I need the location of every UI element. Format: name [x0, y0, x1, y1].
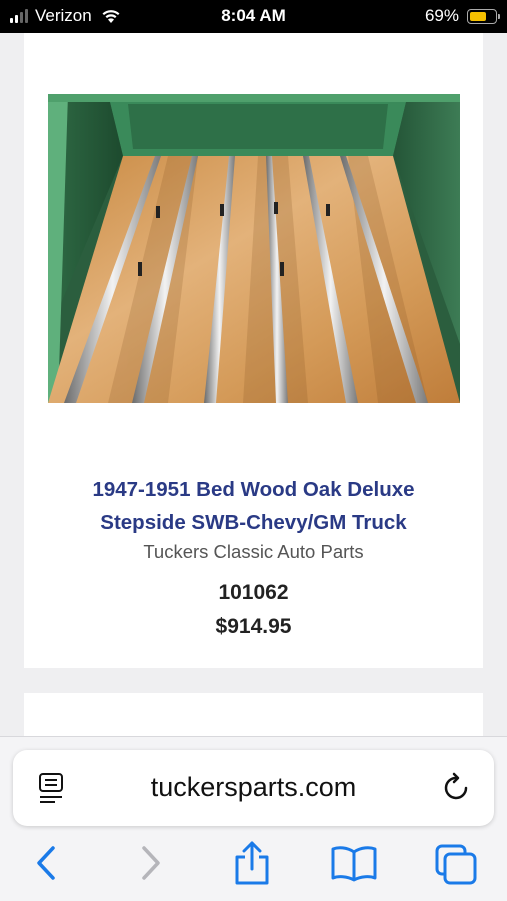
- battery-fill: [470, 11, 486, 21]
- status-bar: Verizon 8:04 AM 69%: [0, 0, 507, 33]
- reload-icon[interactable]: [442, 772, 472, 804]
- bookmarks-icon[interactable]: [330, 843, 378, 883]
- browser-toolbar: tuckersparts.com: [0, 736, 507, 901]
- address-bar[interactable]: tuckersparts.com: [13, 750, 494, 826]
- vendor-name: Tuckers Classic Auto Parts: [143, 541, 364, 562]
- forward-icon[interactable]: [138, 843, 164, 883]
- product-card[interactable]: 1947-1951 Bed Wood Oak Deluxe Stepside S…: [24, 33, 483, 668]
- product-sku: 101062: [218, 581, 289, 604]
- product-image[interactable]: [48, 94, 460, 403]
- status-right: 69%: [424, 6, 500, 26]
- battery-percent: 69%: [424, 6, 459, 25]
- battery-icon: [467, 8, 500, 24]
- share-icon[interactable]: [232, 840, 272, 886]
- product-title[interactable]: 1947-1951 Bed Wood Oak Deluxe Stepside S…: [24, 473, 483, 539]
- tabs-icon[interactable]: [434, 843, 478, 885]
- product-price: $914.95: [215, 615, 292, 638]
- back-icon[interactable]: [33, 843, 59, 883]
- url-text[interactable]: tuckersparts.com: [13, 772, 494, 803]
